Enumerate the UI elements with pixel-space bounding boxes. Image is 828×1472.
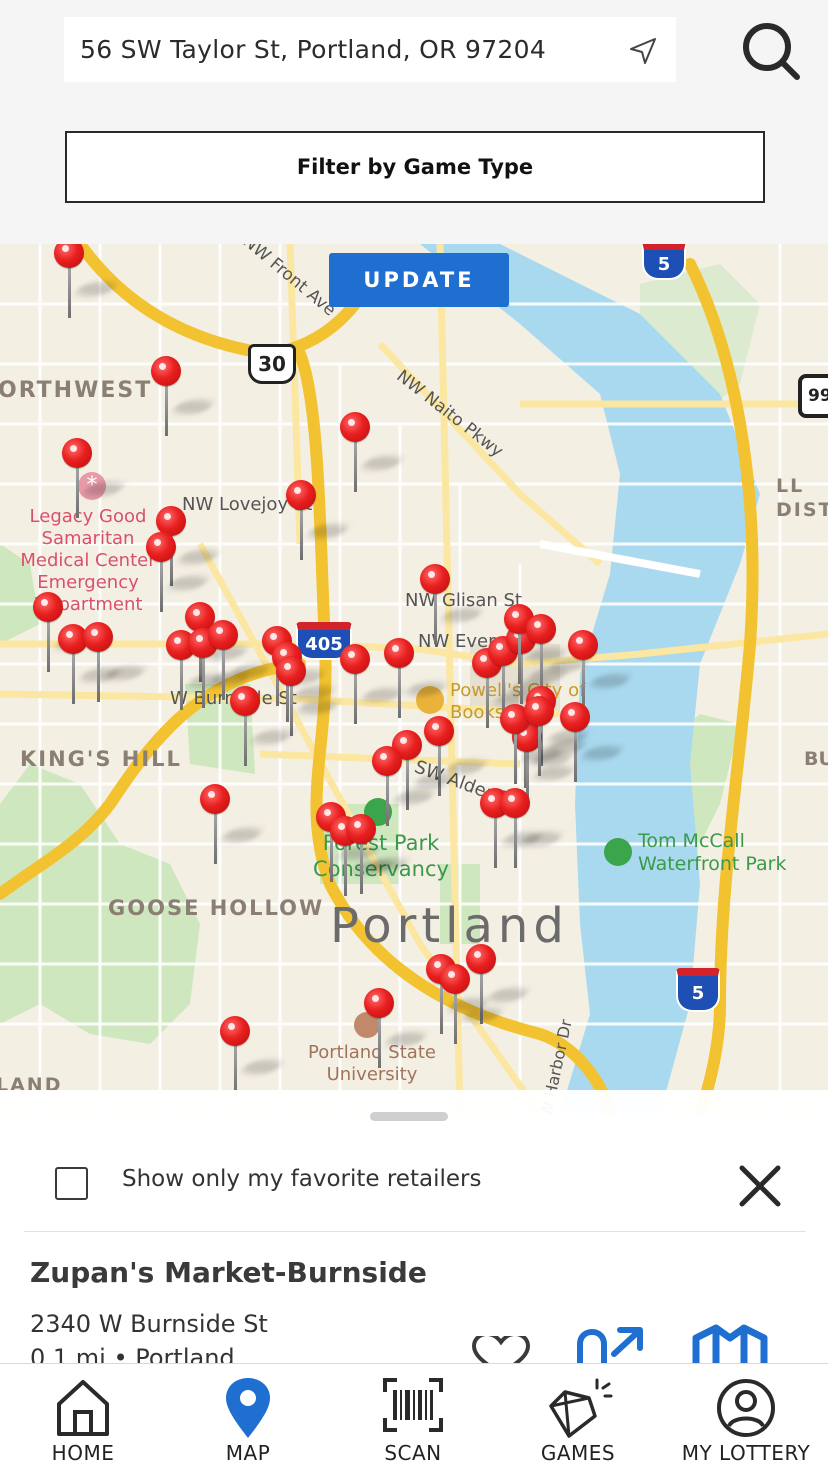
retailer-pin[interactable] bbox=[146, 532, 212, 612]
map-pin-icon bbox=[226, 1378, 270, 1438]
retailer-name[interactable]: Zupan's Market-Burnside bbox=[30, 1256, 427, 1289]
map-label-lloyd: LL DIST bbox=[776, 475, 828, 521]
map-label-goose-hollow: GOOSE HOLLOW bbox=[108, 896, 325, 920]
user-icon bbox=[717, 1379, 775, 1437]
tab-my-lottery[interactable]: MY LOTTERY bbox=[668, 1364, 824, 1472]
map-label-legacy-hospital: Legacy Good Samaritan Medical Center Eme… bbox=[20, 506, 156, 615]
sheet-divider bbox=[24, 1231, 806, 1232]
favorites-label: Show only my favorite retailers bbox=[122, 1166, 482, 1192]
address-text: 56 SW Taylor St, Portland, OR 97204 bbox=[80, 35, 547, 64]
search-icon[interactable] bbox=[740, 20, 802, 82]
retailer-pin[interactable] bbox=[568, 630, 634, 710]
retailer-pin[interactable] bbox=[340, 644, 406, 724]
retailer-pin[interactable] bbox=[200, 784, 266, 864]
retailer-pin[interactable] bbox=[384, 638, 450, 718]
tab-home-label: HOME bbox=[51, 1441, 115, 1465]
retailer-pin[interactable] bbox=[230, 686, 296, 766]
tab-map[interactable]: MAP bbox=[173, 1364, 323, 1472]
retailer-pin[interactable] bbox=[62, 438, 128, 518]
house-icon bbox=[57, 1380, 109, 1436]
tab-map-label: MAP bbox=[225, 1441, 271, 1465]
tab-games-label: GAMES bbox=[540, 1441, 616, 1465]
retailer-address: 2340 W Burnside St bbox=[30, 1310, 268, 1338]
filter-game-type-button[interactable]: Filter by Game Type bbox=[65, 131, 765, 203]
tab-home[interactable]: HOME bbox=[8, 1364, 158, 1472]
barcode-icon bbox=[383, 1378, 443, 1432]
app-screen: 56 SW Taylor St, Portland, OR 97204 Filt… bbox=[0, 0, 828, 1472]
close-icon[interactable] bbox=[736, 1162, 784, 1210]
map-label-northwest: ORTHWEST bbox=[0, 378, 153, 403]
retailer-pin[interactable] bbox=[372, 746, 438, 826]
address-search-field[interactable]: 56 SW Taylor St, Portland, OR 97204 bbox=[64, 17, 676, 82]
retailer-pin[interactable] bbox=[151, 356, 217, 436]
retailer-pin[interactable] bbox=[364, 988, 430, 1068]
retailer-pin[interactable] bbox=[220, 1016, 286, 1096]
tab-games[interactable]: GAMES bbox=[503, 1364, 653, 1472]
favorites-checkbox[interactable] bbox=[55, 1167, 88, 1200]
retailer-pin[interactable] bbox=[276, 656, 342, 736]
i-5-shield-south: 5 bbox=[676, 968, 720, 1012]
update-map-button[interactable]: UPDATE bbox=[329, 253, 509, 307]
sheet-grabber[interactable] bbox=[370, 1112, 448, 1121]
tab-scan[interactable]: SCAN bbox=[338, 1364, 488, 1472]
retailer-pin[interactable] bbox=[340, 412, 406, 492]
retailer-pin[interactable] bbox=[346, 814, 412, 894]
retailer-pin[interactable] bbox=[524, 696, 590, 776]
us-30-shield: 30 bbox=[248, 344, 296, 384]
tab-my-lottery-label: MY LOTTERY bbox=[681, 1441, 811, 1465]
or-99-shield: 99 bbox=[798, 374, 828, 418]
location-arrow-icon[interactable] bbox=[626, 34, 660, 68]
i-5-shield-north: 5 bbox=[642, 244, 686, 280]
diamond-icon bbox=[549, 1378, 613, 1438]
map-label-portland: Portland bbox=[330, 898, 569, 954]
retailer-pin[interactable] bbox=[420, 564, 486, 644]
retailer-pin[interactable] bbox=[54, 244, 120, 318]
retailer-sheet: Show only my favorite retailers Zupan's … bbox=[0, 1090, 828, 1380]
map-label-kings-hill: KING'S HILL bbox=[20, 747, 182, 771]
retailer-pin[interactable] bbox=[526, 614, 592, 694]
retailer-pin[interactable] bbox=[83, 622, 149, 702]
retailer-pin[interactable] bbox=[500, 788, 566, 868]
retailer-map[interactable]: ORTHWEST KING'S HILL GOOSE HOLLOW Portla… bbox=[0, 244, 828, 1114]
park-tree-icon bbox=[604, 838, 632, 866]
bottom-tab-bar: HOME MAP SCAN GAMES MY LOTTERY bbox=[0, 1363, 828, 1472]
map-label-bu: BU bbox=[804, 748, 828, 770]
retailer-pin[interactable] bbox=[286, 480, 352, 560]
retailer-pin[interactable] bbox=[440, 964, 506, 1044]
map-label-tom-mccall: Tom McCall Waterfront Park bbox=[638, 830, 787, 875]
tab-scan-label: SCAN bbox=[384, 1441, 442, 1465]
